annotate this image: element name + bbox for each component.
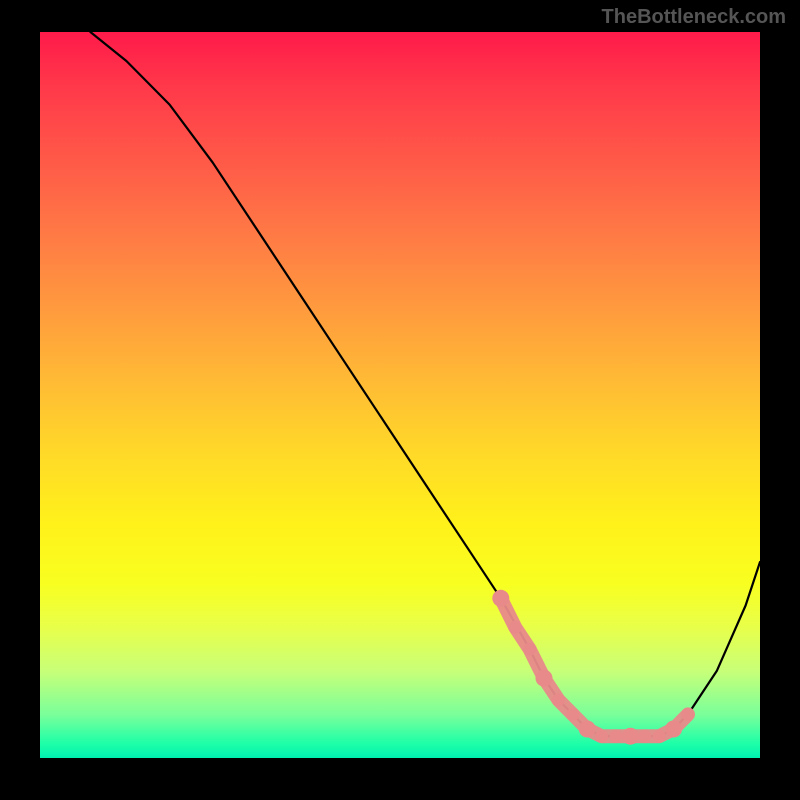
chart-container: TheBottleneck.com	[0, 0, 800, 800]
highlight-marker-dot	[610, 730, 623, 743]
highlight-marker-dot	[665, 721, 682, 738]
highlight-marker-dot	[579, 721, 596, 738]
highlight-marker-dot	[552, 693, 565, 706]
highlight-marker-dot	[536, 670, 553, 687]
highlight-marker-dot	[492, 590, 509, 607]
bottleneck-curve-line	[90, 32, 760, 736]
highlight-marker-dot	[595, 730, 608, 743]
chart-overlay	[40, 32, 760, 758]
highlight-markers	[492, 590, 694, 745]
highlight-marker-dot	[622, 728, 639, 745]
highlight-marker-dot	[638, 730, 651, 743]
highlight-marker-dot	[653, 730, 666, 743]
watermark-text: TheBottleneck.com	[602, 6, 786, 29]
plot-area	[40, 32, 760, 758]
highlight-marker-dot	[682, 708, 695, 721]
highlight-marker-dot	[566, 708, 579, 721]
highlight-marker-dot	[509, 621, 522, 634]
highlight-marker-dot	[523, 643, 536, 656]
